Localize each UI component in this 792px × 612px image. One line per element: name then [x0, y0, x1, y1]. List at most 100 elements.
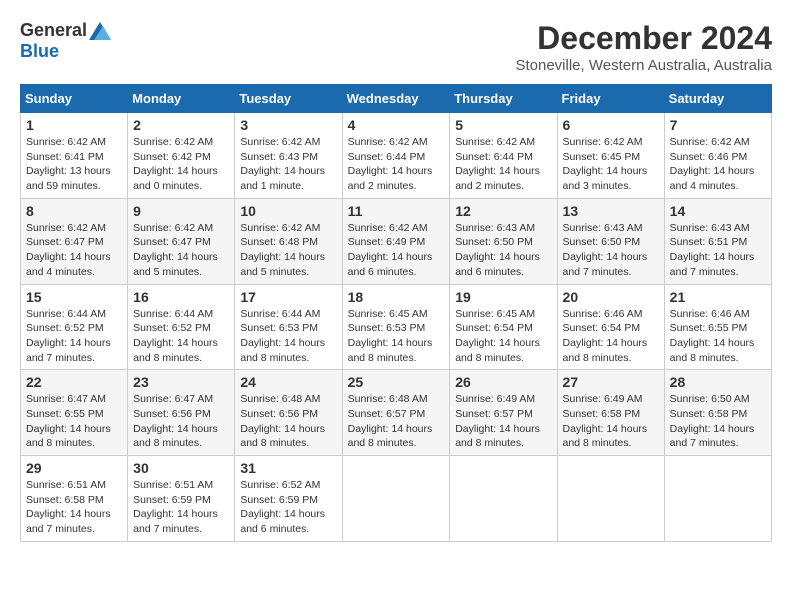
day-info: Sunrise: 6:43 AMSunset: 6:50 PMDaylight:…: [455, 221, 551, 280]
table-row: 28 Sunrise: 6:50 AMSunset: 6:58 PMDaylig…: [664, 370, 771, 456]
day-number: 2: [133, 117, 229, 133]
table-row: 23 Sunrise: 6:47 AMSunset: 6:56 PMDaylig…: [128, 370, 235, 456]
col-saturday: Saturday: [664, 85, 771, 113]
calendar-week-row: 15 Sunrise: 6:44 AMSunset: 6:52 PMDaylig…: [21, 284, 772, 370]
day-number: 11: [348, 203, 445, 219]
day-number: 20: [563, 289, 659, 305]
col-tuesday: Tuesday: [235, 85, 342, 113]
table-row: [450, 456, 557, 542]
day-number: 15: [26, 289, 122, 305]
day-info: Sunrise: 6:45 AMSunset: 6:54 PMDaylight:…: [455, 307, 551, 366]
day-info: Sunrise: 6:42 AMSunset: 6:44 PMDaylight:…: [455, 135, 551, 194]
day-info: Sunrise: 6:44 AMSunset: 6:52 PMDaylight:…: [26, 307, 122, 366]
location-title: Stoneville, Western Australia, Australia: [515, 57, 772, 74]
day-info: Sunrise: 6:44 AMSunset: 6:52 PMDaylight:…: [133, 307, 229, 366]
table-row: 14 Sunrise: 6:43 AMSunset: 6:51 PMDaylig…: [664, 198, 771, 284]
table-row: 26 Sunrise: 6:49 AMSunset: 6:57 PMDaylig…: [450, 370, 557, 456]
table-row: 19 Sunrise: 6:45 AMSunset: 6:54 PMDaylig…: [450, 284, 557, 370]
day-number: 4: [348, 117, 445, 133]
month-title: December 2024: [515, 20, 772, 57]
page-header: General Blue December 2024 Stoneville, W…: [20, 20, 772, 74]
table-row: 17 Sunrise: 6:44 AMSunset: 6:53 PMDaylig…: [235, 284, 342, 370]
title-area: December 2024 Stoneville, Western Austra…: [515, 20, 772, 74]
table-row: 9 Sunrise: 6:42 AMSunset: 6:47 PMDayligh…: [128, 198, 235, 284]
table-row: [342, 456, 450, 542]
day-info: Sunrise: 6:48 AMSunset: 6:56 PMDaylight:…: [240, 392, 336, 451]
table-row: 29 Sunrise: 6:51 AMSunset: 6:58 PMDaylig…: [21, 456, 128, 542]
day-info: Sunrise: 6:46 AMSunset: 6:54 PMDaylight:…: [563, 307, 659, 366]
table-row: 15 Sunrise: 6:44 AMSunset: 6:52 PMDaylig…: [21, 284, 128, 370]
day-number: 14: [670, 203, 766, 219]
day-info: Sunrise: 6:49 AMSunset: 6:58 PMDaylight:…: [563, 392, 659, 451]
table-row: 20 Sunrise: 6:46 AMSunset: 6:54 PMDaylig…: [557, 284, 664, 370]
table-row: 25 Sunrise: 6:48 AMSunset: 6:57 PMDaylig…: [342, 370, 450, 456]
day-info: Sunrise: 6:43 AMSunset: 6:51 PMDaylight:…: [670, 221, 766, 280]
day-number: 7: [670, 117, 766, 133]
day-info: Sunrise: 6:42 AMSunset: 6:47 PMDaylight:…: [26, 221, 122, 280]
day-info: Sunrise: 6:46 AMSunset: 6:55 PMDaylight:…: [670, 307, 766, 366]
day-number: 28: [670, 374, 766, 390]
col-sunday: Sunday: [21, 85, 128, 113]
calendar-week-row: 29 Sunrise: 6:51 AMSunset: 6:58 PMDaylig…: [21, 456, 772, 542]
day-number: 24: [240, 374, 336, 390]
table-row: 12 Sunrise: 6:43 AMSunset: 6:50 PMDaylig…: [450, 198, 557, 284]
table-row: 4 Sunrise: 6:42 AMSunset: 6:44 PMDayligh…: [342, 113, 450, 199]
col-friday: Friday: [557, 85, 664, 113]
day-number: 19: [455, 289, 551, 305]
day-info: Sunrise: 6:51 AMSunset: 6:59 PMDaylight:…: [133, 478, 229, 537]
logo-icon: [89, 22, 111, 40]
day-number: 10: [240, 203, 336, 219]
table-row: 10 Sunrise: 6:42 AMSunset: 6:48 PMDaylig…: [235, 198, 342, 284]
table-row: 16 Sunrise: 6:44 AMSunset: 6:52 PMDaylig…: [128, 284, 235, 370]
table-row: 7 Sunrise: 6:42 AMSunset: 6:46 PMDayligh…: [664, 113, 771, 199]
table-row: 13 Sunrise: 6:43 AMSunset: 6:50 PMDaylig…: [557, 198, 664, 284]
table-row: 6 Sunrise: 6:42 AMSunset: 6:45 PMDayligh…: [557, 113, 664, 199]
col-thursday: Thursday: [450, 85, 557, 113]
logo-general: General: [20, 20, 87, 41]
table-row: 30 Sunrise: 6:51 AMSunset: 6:59 PMDaylig…: [128, 456, 235, 542]
table-row: 11 Sunrise: 6:42 AMSunset: 6:49 PMDaylig…: [342, 198, 450, 284]
day-number: 21: [670, 289, 766, 305]
table-row: 24 Sunrise: 6:48 AMSunset: 6:56 PMDaylig…: [235, 370, 342, 456]
day-info: Sunrise: 6:42 AMSunset: 6:43 PMDaylight:…: [240, 135, 336, 194]
day-info: Sunrise: 6:43 AMSunset: 6:50 PMDaylight:…: [563, 221, 659, 280]
day-number: 12: [455, 203, 551, 219]
day-info: Sunrise: 6:52 AMSunset: 6:59 PMDaylight:…: [240, 478, 336, 537]
day-number: 18: [348, 289, 445, 305]
day-number: 25: [348, 374, 445, 390]
day-info: Sunrise: 6:45 AMSunset: 6:53 PMDaylight:…: [348, 307, 445, 366]
day-number: 17: [240, 289, 336, 305]
day-number: 23: [133, 374, 229, 390]
day-info: Sunrise: 6:42 AMSunset: 6:45 PMDaylight:…: [563, 135, 659, 194]
day-number: 1: [26, 117, 122, 133]
table-row: 3 Sunrise: 6:42 AMSunset: 6:43 PMDayligh…: [235, 113, 342, 199]
calendar-week-row: 8 Sunrise: 6:42 AMSunset: 6:47 PMDayligh…: [21, 198, 772, 284]
table-row: 1 Sunrise: 6:42 AMSunset: 6:41 PMDayligh…: [21, 113, 128, 199]
day-number: 9: [133, 203, 229, 219]
day-info: Sunrise: 6:42 AMSunset: 6:49 PMDaylight:…: [348, 221, 445, 280]
day-info: Sunrise: 6:42 AMSunset: 6:42 PMDaylight:…: [133, 135, 229, 194]
day-info: Sunrise: 6:44 AMSunset: 6:53 PMDaylight:…: [240, 307, 336, 366]
day-number: 31: [240, 460, 336, 476]
table-row: 18 Sunrise: 6:45 AMSunset: 6:53 PMDaylig…: [342, 284, 450, 370]
table-row: 27 Sunrise: 6:49 AMSunset: 6:58 PMDaylig…: [557, 370, 664, 456]
calendar-week-row: 1 Sunrise: 6:42 AMSunset: 6:41 PMDayligh…: [21, 113, 772, 199]
day-info: Sunrise: 6:42 AMSunset: 6:47 PMDaylight:…: [133, 221, 229, 280]
day-number: 22: [26, 374, 122, 390]
table-row: 5 Sunrise: 6:42 AMSunset: 6:44 PMDayligh…: [450, 113, 557, 199]
calendar-table: Sunday Monday Tuesday Wednesday Thursday…: [20, 84, 772, 542]
day-number: 8: [26, 203, 122, 219]
day-number: 13: [563, 203, 659, 219]
day-number: 16: [133, 289, 229, 305]
day-number: 30: [133, 460, 229, 476]
col-monday: Monday: [128, 85, 235, 113]
logo: General Blue: [20, 20, 111, 62]
table-row: 21 Sunrise: 6:46 AMSunset: 6:55 PMDaylig…: [664, 284, 771, 370]
day-info: Sunrise: 6:42 AMSunset: 6:41 PMDaylight:…: [26, 135, 122, 194]
day-number: 5: [455, 117, 551, 133]
header-row: Sunday Monday Tuesday Wednesday Thursday…: [21, 85, 772, 113]
calendar-week-row: 22 Sunrise: 6:47 AMSunset: 6:55 PMDaylig…: [21, 370, 772, 456]
day-info: Sunrise: 6:42 AMSunset: 6:46 PMDaylight:…: [670, 135, 766, 194]
day-info: Sunrise: 6:49 AMSunset: 6:57 PMDaylight:…: [455, 392, 551, 451]
day-info: Sunrise: 6:47 AMSunset: 6:55 PMDaylight:…: [26, 392, 122, 451]
